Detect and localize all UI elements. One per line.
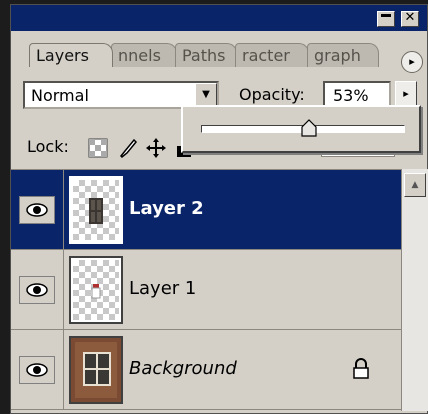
minimize-button[interactable]	[377, 11, 395, 27]
column-divider	[63, 170, 64, 250]
lock-position-icon[interactable]	[145, 137, 167, 159]
layer-thumbnail[interactable]	[69, 176, 123, 244]
column-divider	[63, 250, 64, 330]
layers-list: Layer 2 Layer 1 Background	[11, 169, 401, 411]
eye-icon	[26, 363, 48, 377]
lock-icon	[353, 358, 369, 379]
opacity-slider-thumb[interactable]	[300, 119, 318, 137]
brick-window-image	[71, 338, 121, 402]
layer-name[interactable]: Background	[129, 358, 237, 379]
layer-thumbnail[interactable]	[69, 336, 123, 404]
arrow-right-icon: ▸	[403, 87, 409, 100]
window-shape-icon	[89, 198, 103, 224]
layer-row[interactable]: Background	[11, 330, 401, 410]
tab-character[interactable]: racter	[235, 43, 309, 67]
layer-row[interactable]: Layer 2	[11, 170, 401, 250]
eye-icon	[26, 203, 48, 217]
layer-name[interactable]: Layer 2	[129, 198, 204, 219]
opacity-label: Opacity:	[239, 85, 305, 104]
column-divider	[63, 330, 64, 410]
close-button[interactable]: ✕	[401, 11, 419, 27]
arrow-up-icon: ▲	[411, 180, 419, 190]
tab-channels[interactable]: nnels	[111, 43, 177, 67]
lock-label: Lock:	[27, 137, 69, 156]
lock-transparent-pixels-icon[interactable]	[87, 137, 109, 159]
lock-image-pixels-icon[interactable]	[117, 137, 139, 159]
palette-menu-button[interactable]: ▸	[401, 51, 423, 73]
scroll-up-button[interactable]: ▲	[404, 173, 426, 197]
palette-menu-icon: ▸	[409, 55, 415, 68]
visibility-toggle[interactable]	[19, 276, 55, 304]
chevron-down-icon: ▼	[202, 89, 210, 100]
blend-mode-value: Normal	[31, 86, 89, 105]
layer-row[interactable]: Layer 1	[11, 250, 401, 330]
tab-layers[interactable]: Layers	[29, 43, 113, 67]
layers-scrollbar[interactable]: ▲	[401, 169, 428, 411]
opacity-slider-popup	[181, 105, 421, 153]
blend-mode-dropdown-button[interactable]: ▼	[195, 83, 217, 107]
figure-shape-icon	[91, 284, 101, 299]
layers-palette: ✕ Layers nnels Paths racter graph ▸ Norm…	[10, 4, 428, 414]
layer-name[interactable]: Layer 1	[129, 278, 196, 299]
visibility-toggle[interactable]	[19, 356, 55, 384]
minimize-icon	[381, 14, 391, 17]
eye-icon	[26, 283, 48, 297]
visibility-toggle[interactable]	[19, 196, 55, 224]
palette-title-bar[interactable]: ✕	[11, 5, 427, 31]
tab-paragraph[interactable]: graph	[307, 43, 379, 67]
layer-thumbnail[interactable]	[69, 256, 123, 324]
palette-tabs: Layers nnels Paths racter graph ▸	[11, 35, 427, 73]
tab-paths[interactable]: Paths	[175, 43, 237, 67]
